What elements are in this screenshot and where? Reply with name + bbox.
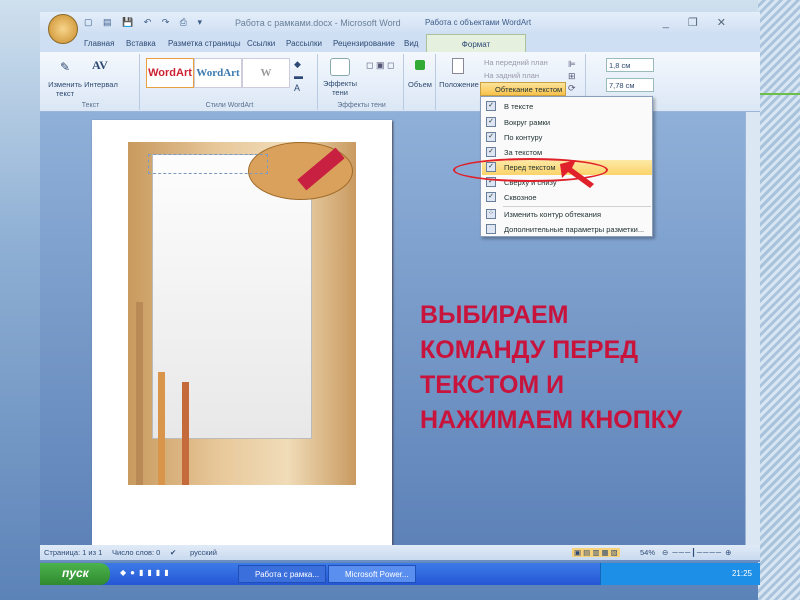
menu-item-more-layout-options[interactable]: Дополнительные параметры разметки... [482,222,652,237]
office-button[interactable] [48,14,78,44]
start-button[interactable]: пуск [40,563,110,585]
menu-item-square[interactable]: ✓ Вокруг рамки [482,115,652,130]
word-count: Число слов: 0 [112,548,161,557]
wrap-icon: ✓ [486,101,496,111]
view-buttons[interactable]: ▣ ▤ ▥ ▦ ▧ [572,548,620,557]
group-wordart-styles: WordArt WordArt W ◆ ▬ A Стили WordArt [142,54,318,110]
shadow-icon [330,58,350,76]
width-input[interactable]: 7,78 см [606,78,654,92]
wordart-selection[interactable] [148,154,268,174]
wrap-icon: ✓ [486,132,496,142]
menu-item-edit-wrap-points[interactable]: ⁘ Изменить контур обтекания [482,207,652,222]
tab-mailings[interactable]: Рассылки [286,39,322,48]
pencil-image [182,382,189,485]
group-text: Изменить текст Интервал ✎ AV Текст [42,54,140,110]
language[interactable]: русский [190,548,217,557]
group-label: Текст [81,102,100,109]
quick-launch-icons[interactable]: ◆●▮▮▮▮ [120,568,173,577]
tab-insert[interactable]: Вставка [126,39,156,48]
tab-view[interactable]: Вид [404,39,418,48]
wordart-style-3[interactable]: W [242,58,290,88]
instruction-line: КОМАНДУ ПЕРЕД [420,336,639,364]
quick-access-toolbar[interactable]: ▢ ▤ 💾 ↶ ↷ ⎙ ▾ [84,17,206,28]
vertical-scrollbar[interactable] [745,112,760,545]
group-label: Стили WordArt [205,102,254,109]
menu-item-label: За текстом [504,148,543,157]
window-controls[interactable]: _ ❐ ✕ [663,16,734,29]
menu-item-label: Изменить контур обтекания [504,210,602,219]
context-tab-title: Работа с объектами WordArt [425,18,532,27]
ribbon-tabs: Главная Вставка Разметка страницы Ссылки… [40,34,760,52]
document-page[interactable] [92,120,392,545]
wrap-points-icon: ⁘ [486,209,496,219]
window-title: Работа с рамками.docx - Microsoft Word [235,18,401,28]
tab-references[interactable]: Ссылки [247,39,275,48]
zoom-slider[interactable]: ⊖ ───┃──── ⊕ [662,548,732,557]
zoom-level[interactable]: 54% [640,548,655,557]
tab-format[interactable]: Формат [426,34,526,52]
volume-icon [415,60,425,70]
clock: 21:25 [731,569,752,578]
menu-item-through[interactable]: ✓ Сквозное [482,190,652,205]
send-backward-button[interactable]: На задний план [484,71,539,80]
spellcheck-icon[interactable]: ✔ [170,548,176,557]
instruction-line: ВЫБИРАЕМ [420,301,569,329]
edit-text-button[interactable]: Изменить текст [48,80,82,98]
slide-accent-line [760,93,800,95]
tab-home[interactable]: Главная [84,39,114,48]
height-input[interactable]: 1,8 см [606,58,654,72]
title-bar: ▢ ▤ 💾 ↶ ↷ ⎙ ▾ Работа с рамками.docx - Mi… [40,12,760,34]
slide-stripes [758,0,800,600]
wordart-style-2[interactable]: WordArt [194,58,242,88]
align-group-rotate-icons[interactable]: ⊫ ⊞ ⟳ [568,58,576,94]
menu-item-label: В тексте [504,102,534,111]
group-3d: Объем [406,54,436,110]
menu-item-label: Сквозное [504,193,537,202]
page-count: Страница: 1 из 1 [44,548,103,557]
brush-image [136,302,143,485]
spacing-icon: AV [92,58,108,72]
pointer-arrow-icon [560,160,594,188]
wordart-style-1[interactable]: WordArt [146,58,194,88]
wrap-icon: ✓ [486,117,496,127]
menu-item-inline[interactable]: ✓ В тексте [482,99,652,114]
fill-outline-icons[interactable]: ◆ ▬ A [294,58,303,94]
menu-item-label: По контуру [504,133,543,142]
menu-item-tight[interactable]: ✓ По контуру [482,130,652,145]
spacing-button[interactable]: Интервал [84,80,118,89]
group-label: Эффекты тени [337,102,386,109]
layout-options-icon [486,224,496,234]
taskbar-item-powerpoint[interactable]: Microsoft Power... [328,565,416,583]
position-icon [452,58,464,74]
word-window: ▢ ▤ 💾 ↶ ↷ ⎙ ▾ Работа с рамками.docx - Mi… [40,12,760,562]
position-button[interactable]: Положение [438,80,480,89]
menu-item-label: Вокруг рамки [504,118,551,127]
frame-picture[interactable] [128,142,356,485]
edit-text-icon: ✎ [60,60,71,74]
wrap-icon: ✓ [486,192,496,202]
shadow-effects-button[interactable]: Эффекты тени [322,79,358,97]
taskbar: пуск ◆●▮▮▮▮ Работа с рамка... Microsoft … [40,563,760,585]
bring-forward-button[interactable]: На передний план [484,58,548,67]
system-tray: 21:25 [600,563,760,585]
instruction-line: ТЕКСТОМ И [420,371,565,399]
volume-button[interactable]: Объем [406,80,434,89]
instruction-text: ВЫБИРАЕМ КОМАНДУ ПЕРЕД ТЕКСТОМ И НАЖИМАЕ… [420,298,682,438]
wrap-icon: ✓ [486,147,496,157]
instruction-line: НАЖИМАЕМ КНОПКУ [420,406,683,434]
taskbar-item-word[interactable]: Работа с рамка... [238,565,326,583]
text-wrap-button[interactable]: Обтекание текстом [480,82,566,96]
tab-page-layout[interactable]: Разметка страницы [168,39,241,48]
pencil-image [158,372,165,485]
menu-item-label: Дополнительные параметры разметки... [504,225,645,234]
status-bar: Страница: 1 из 1 Число слов: 0 ✔ русский… [40,545,760,560]
tab-review[interactable]: Рецензирование [333,39,395,48]
shadow-nudge-icons[interactable]: ◻ ▣ ◻ [366,60,394,71]
group-shadow: Эффекты тени ◻ ▣ ◻ Эффекты тени [320,54,404,110]
